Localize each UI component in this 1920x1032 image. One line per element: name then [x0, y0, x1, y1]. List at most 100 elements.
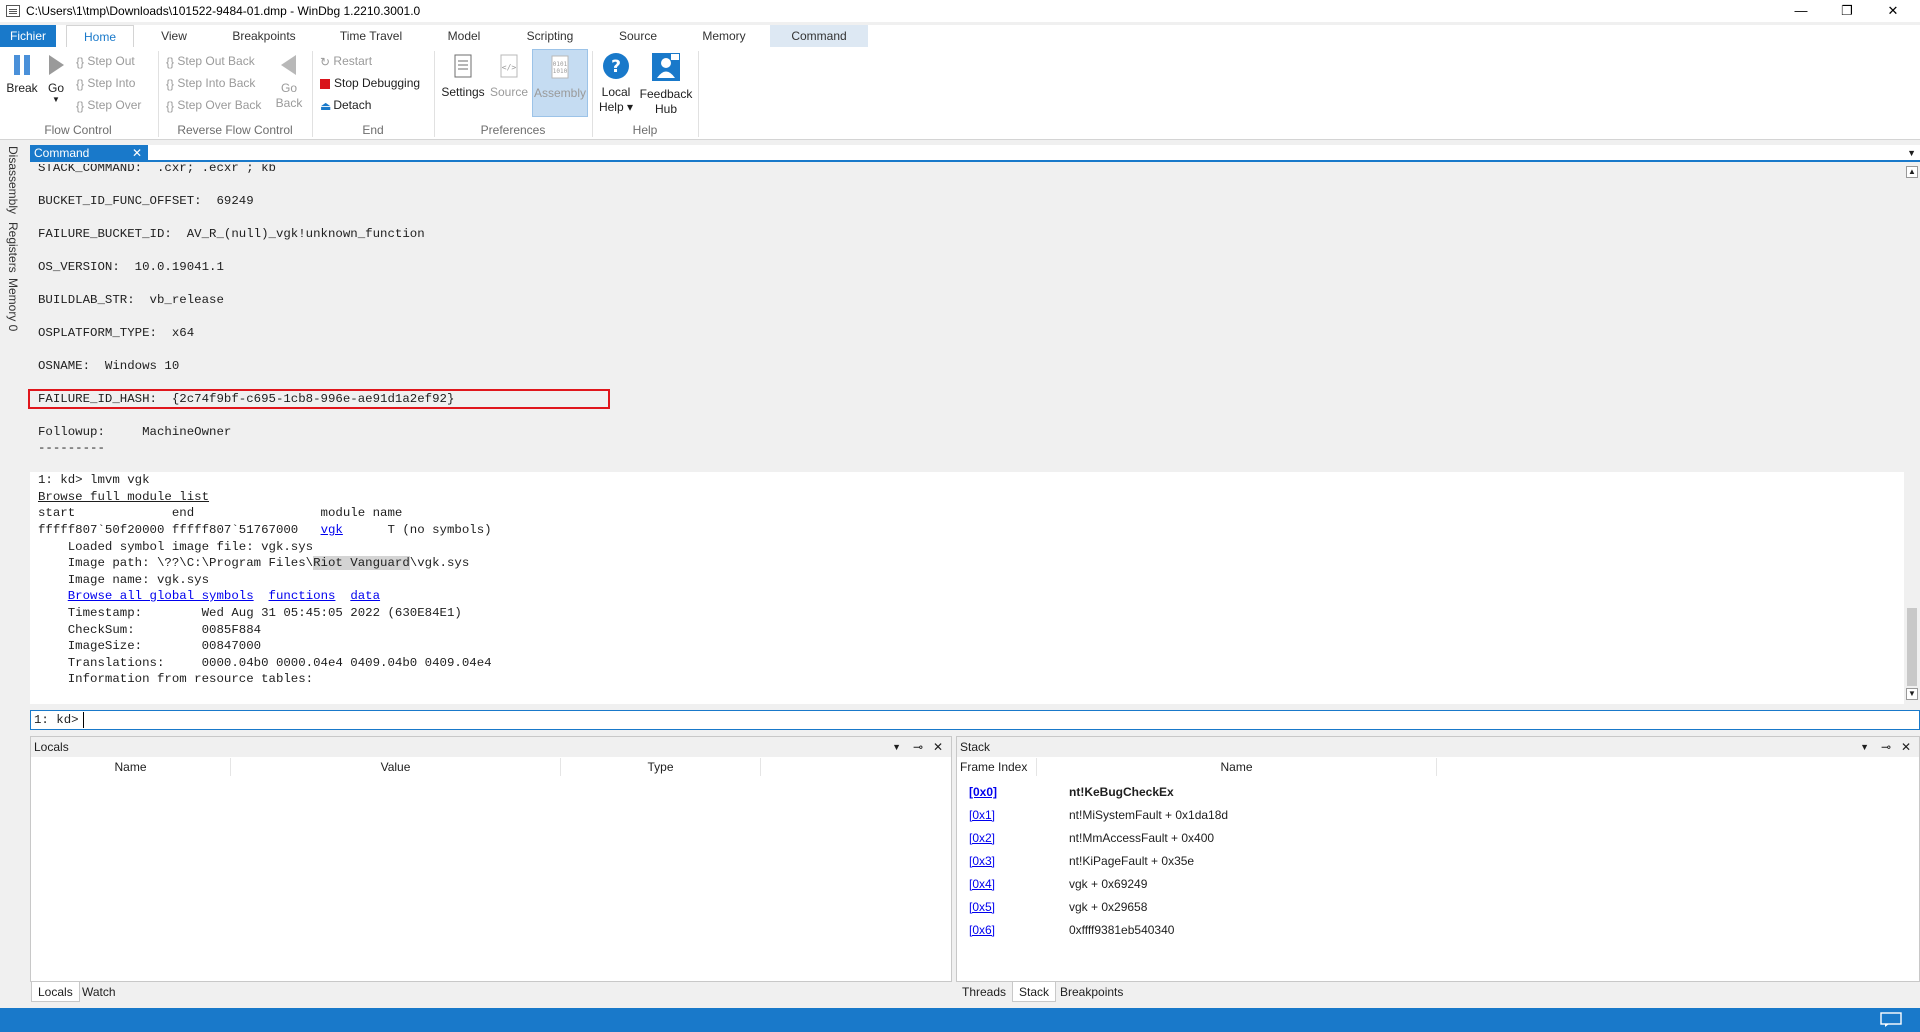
frame-index-link[interactable]: [0x4] [969, 877, 995, 891]
locals-panel: Locals ▼ ⊸ ✕ Name Value Type [30, 736, 952, 982]
scroll-up-icon[interactable]: ▲ [1906, 166, 1918, 178]
browse-full-module-list-link[interactable]: Browse full module list [38, 490, 209, 504]
source-button[interactable]: </> Source [488, 53, 530, 100]
step-into-back-button[interactable]: {} Step Into Back [166, 74, 255, 92]
minimize-button[interactable]: — [1778, 0, 1824, 22]
locals-col-name[interactable]: Name [31, 758, 231, 776]
close-icon[interactable]: ✕ [132, 145, 142, 162]
settings-button[interactable]: Settings [440, 53, 486, 100]
go-button[interactable]: Go ▼ [44, 53, 68, 104]
break-button[interactable]: Break [4, 53, 40, 96]
tab-breakpoints[interactable]: Breakpoints [224, 25, 304, 47]
frame-index-link[interactable]: [0x3] [969, 854, 995, 868]
output-line: FAILURE_BUCKET_ID: AV_R_(null)_vgk!unkno… [38, 227, 425, 241]
local-help-label-2: Help ▾ [598, 100, 634, 114]
frame-name: vgk + 0x69249 [1069, 877, 1148, 891]
maximize-button[interactable]: ❐ [1824, 0, 1870, 22]
tab-watch[interactable]: Watch [76, 982, 122, 1002]
ribbon: Break Go ▼ {} Step Out {} Step Into {} S… [0, 47, 1920, 140]
tab-time-travel[interactable]: Time Travel [328, 25, 414, 47]
dropdown-arrow-icon[interactable]: ▼ [1907, 145, 1916, 162]
go-dropdown-icon[interactable]: ▼ [44, 96, 68, 104]
command-input[interactable] [83, 712, 623, 728]
frame-index-link[interactable]: [0x2] [969, 831, 995, 845]
local-help-button[interactable]: ? Local Help ▾ [596, 51, 636, 115]
svg-text:1010: 1010 [553, 68, 568, 75]
tab-breakpoints-panel[interactable]: Breakpoints [1054, 982, 1129, 1002]
end-group-label: End [362, 123, 384, 137]
dropdown-arrow-icon[interactable]: ▼ [1860, 737, 1869, 757]
side-tab-registers[interactable]: Registers [6, 222, 20, 273]
step-into-button[interactable]: {} Step Into [76, 74, 135, 92]
stack-col-name[interactable]: Name [1037, 758, 1437, 776]
side-tab-disassembly[interactable]: Disassembly [6, 146, 20, 214]
tab-model[interactable]: Model [436, 25, 492, 47]
command-tab[interactable]: Command ✕ [30, 145, 148, 162]
output-line: Image name: vgk.sys [38, 573, 210, 587]
frame-index-link[interactable]: [0x5] [969, 900, 995, 914]
svg-text:?: ? [611, 57, 621, 77]
stop-debugging-button[interactable]: Stop Debugging [320, 74, 420, 92]
scrollbar-thumb[interactable] [1907, 608, 1917, 686]
feedback-label-2: Hub [654, 102, 677, 116]
vgk-module-link[interactable]: vgk [321, 523, 343, 537]
step-into-back-label: Step Into Back [177, 76, 256, 90]
frame-index-link[interactable]: [0x0] [969, 785, 997, 799]
notification-chat-icon[interactable] [1880, 1012, 1902, 1028]
stack-panel: Stack ▼ ⊸ ✕ Frame Index Name [0x0] nt!KeB… [956, 736, 1920, 982]
step-out-button[interactable]: {} Step Out [76, 52, 135, 70]
stop-icon [320, 78, 330, 89]
command-scrollbar[interactable]: ▲ ▼ [1904, 164, 1920, 704]
ribbon-separator [434, 51, 435, 137]
step-out-back-button[interactable]: {} Step Out Back [166, 52, 255, 70]
tab-command[interactable]: Command [770, 25, 868, 47]
tab-view[interactable]: View [146, 25, 202, 47]
close-button[interactable]: ✕ [1870, 0, 1916, 22]
detach-button[interactable]: ⏏ Detach [320, 96, 371, 114]
tab-threads[interactable]: Threads [956, 982, 1012, 1002]
locals-col-value[interactable]: Value [231, 758, 561, 776]
tab-stack[interactable]: Stack [1012, 982, 1057, 1002]
data-link[interactable]: data [350, 589, 380, 603]
tab-memory[interactable]: Memory [690, 25, 758, 47]
window-title: C:\Users\1\tmp\Downloads\101522-9484-01.… [26, 4, 421, 18]
close-icon[interactable]: ✕ [1901, 737, 1911, 757]
assembly-binary-icon: 01011010 [551, 55, 569, 79]
restart-button[interactable]: ↻ Restart [320, 52, 372, 70]
step-over-back-label: Step Over Back [177, 98, 262, 112]
help-question-icon: ? [603, 53, 629, 79]
feedback-hub-button[interactable]: Feedback Hub [638, 51, 694, 117]
go-back-button[interactable]: Go Back [274, 53, 304, 111]
side-tab-memory0[interactable]: Memory 0 [6, 278, 20, 331]
output-line: Information from resource tables: [38, 672, 314, 686]
pin-icon[interactable]: ⊸ [1881, 737, 1891, 757]
output-line: Translations: 0000.04b0 0000.04e4 0409.0… [38, 656, 492, 670]
step-over-back-button[interactable]: {} Step Over Back [166, 96, 261, 114]
tab-home[interactable]: Home [66, 25, 134, 47]
frame-name: 0xffff9381eb540340 [1069, 923, 1175, 937]
scroll-down-icon[interactable]: ▼ [1906, 688, 1918, 700]
locals-col-type[interactable]: Type [561, 758, 761, 776]
tab-scripting[interactable]: Scripting [514, 25, 586, 47]
command-output[interactable]: STACK_COMMAND: .cxr; .ecxr ; kb BUCKET_I… [30, 164, 1904, 704]
step-into-icon: {} [76, 76, 85, 91]
assembly-button[interactable]: 0101 1010 Assembly [532, 49, 588, 117]
functions-link[interactable]: functions [269, 589, 336, 603]
tab-file[interactable]: Fichier [0, 25, 56, 47]
dropdown-arrow-icon[interactable]: ▼ [892, 737, 901, 757]
close-icon[interactable]: ✕ [933, 737, 943, 757]
frame-index-link[interactable]: [0x6] [969, 923, 995, 937]
restart-icon: ↻ [320, 54, 331, 69]
help-group-label: Help [632, 123, 658, 137]
frame-index-link[interactable]: [0x1] [969, 808, 995, 822]
tab-locals[interactable]: Locals [31, 982, 80, 1002]
title-bar: C:\Users\1\tmp\Downloads\101522-9484-01.… [0, 0, 1920, 22]
tab-source[interactable]: Source [608, 25, 668, 47]
pin-icon[interactable]: ⊸ [913, 737, 923, 757]
assembly-label: Assembly [533, 86, 586, 100]
stack-col-frame-index[interactable]: Frame Index [957, 758, 1037, 776]
command-prompt: 1: kd> [34, 713, 79, 727]
browse-global-symbols-link[interactable]: Browse all global symbols [68, 589, 254, 603]
step-into-back-icon: {} [166, 76, 175, 91]
step-over-button[interactable]: {} Step Over [76, 96, 141, 114]
